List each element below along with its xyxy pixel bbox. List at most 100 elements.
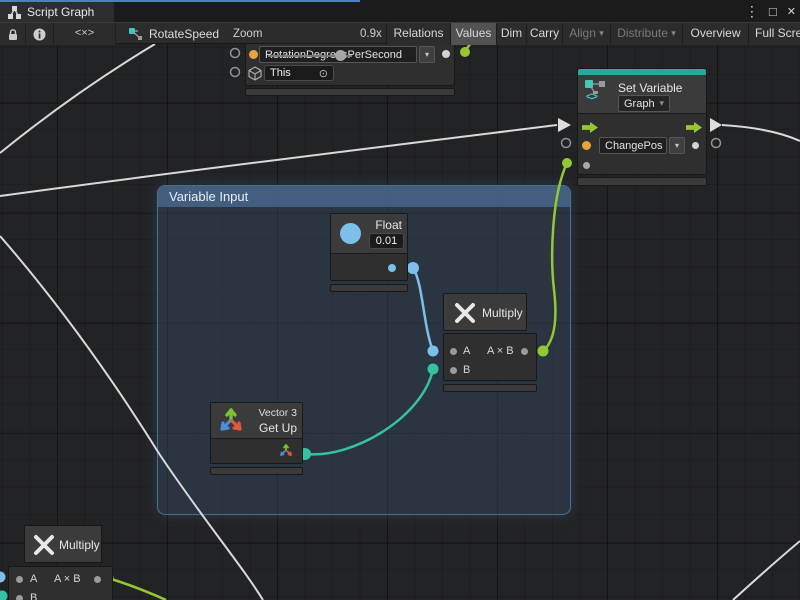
node-vector3-footer [210,467,303,475]
button-label: Distribute [617,26,668,40]
vector3-output-icon[interactable] [278,443,294,459]
node-multiply2-body[interactable]: A A × B B [8,566,113,600]
maximize-icon[interactable]: □ [769,4,777,19]
scope-value: Graph [624,98,655,110]
button-label: Overview [690,26,740,40]
tab-title: Script Graph [27,5,94,19]
port-b-label: B [30,592,37,600]
group-title: Variable Input [169,189,248,204]
zoom-label: Zoom [233,23,262,45]
graph-icon [8,6,21,19]
button-label: Carry [530,26,559,40]
chevron-down-icon: ▾ [425,50,429,59]
node-multiply-footer [443,384,537,392]
node-set-variable[interactable]: <> Set Variable Graph ▾ ChangePos ▾ [577,68,707,175]
node-vector3-getup[interactable]: Vector 3 Get Up [210,402,303,464]
multiply-x-icon [33,534,55,556]
node-float[interactable]: Float 0.01 [330,213,408,281]
port-orange-icon[interactable] [249,50,258,59]
node-title: Float [375,218,402,232]
focus-highlight-line [0,0,360,2]
button-label: Values [456,26,492,40]
zoom-slider-handle[interactable] [335,50,346,61]
port-a-dot[interactable] [16,576,23,583]
button-label: Align [569,26,596,40]
port-out-dot[interactable] [94,576,101,583]
variable-scope-dropdown[interactable]: Graph ▾ [618,95,670,112]
script-graph-window: Variable Input [0,0,800,600]
variable-value: ChangePos [605,140,663,152]
node-title: Set Variable [618,81,682,95]
vector3-arrows-icon [217,407,245,435]
variable-select-dropdown[interactable]: ChangePos [599,137,667,154]
script-machine-icon [128,28,143,41]
node-float-footer [330,284,408,292]
tab-bar: Script Graph ⋮ □ ✕ [0,0,800,22]
toolbar-button-fullscreen[interactable]: Full Screen [748,23,800,45]
breadcrumb-label: RotateSpeed [149,27,219,41]
port-b-label: B [463,364,470,376]
lock-button[interactable] [0,23,26,45]
chevron-down-icon: ▾ [659,98,664,109]
group-header[interactable]: Variable Input [158,186,570,207]
port-b-dot[interactable] [16,595,23,600]
toolbar-button-align[interactable]: Align ▾ [562,23,610,45]
port-a-dot[interactable] [450,348,457,355]
node-get-variable-footer [245,88,455,96]
toolbar-button-values[interactable]: Values [450,23,496,45]
chevron-down-icon: ▾ [599,28,604,38]
object-picker-icon[interactable]: ⊙ [319,67,328,80]
port-output-dot[interactable] [442,50,450,58]
node-set-variable-footer [577,177,707,186]
node-type-label: Vector 3 [258,407,297,419]
button-label: Relations [393,26,443,40]
port-out-dot[interactable] [521,348,528,355]
toolbar-button-relations[interactable]: Relations [386,23,450,45]
port-out-label: A × B [487,345,514,357]
port-b-dot[interactable] [450,367,457,374]
float-value: 0.01 [376,235,397,247]
port-a-label: A [30,573,37,585]
float-icon [340,223,361,244]
chevron-down-icon: ▾ [675,141,679,150]
port-output-dot[interactable] [692,142,699,149]
port-orange-variable[interactable] [582,141,591,150]
port-output-dot[interactable] [388,264,396,272]
flow-output-arrow[interactable] [686,122,702,133]
toolbar-button-distribute[interactable]: Distribute ▾ [610,23,682,45]
code-toggle-icon: <×> [75,27,94,39]
node-get-variable[interactable]: RotationDegreesPerSecond ▾ This ⊙ [245,43,455,86]
code-icon: <> [586,91,597,103]
port-input-dot[interactable] [583,162,590,169]
node-multiply-header[interactable]: Multiply [443,293,527,331]
gameobject-cube-icon [248,66,262,81]
multiply-x-icon [454,302,476,324]
breadcrumb[interactable]: RotateSpeed [128,23,219,45]
graph-toolbar: <×> RotateSpeed Zoom 0.9x Relations Valu… [0,22,800,44]
toolbar-button-carry[interactable]: Carry [526,23,562,45]
tab-script-graph[interactable]: Script Graph [0,2,114,22]
button-label: Full Screen [755,26,800,40]
port-out-label: A × B [54,573,81,585]
close-icon[interactable]: ✕ [787,5,796,18]
variable-name-dropdown-button[interactable]: ▾ [419,46,435,63]
flow-input-arrow[interactable] [582,122,598,133]
node-multiply-body[interactable]: A A × B B [443,333,537,381]
info-icon [33,28,46,41]
node-title: Get Up [259,421,297,435]
target-field[interactable]: This ⊙ [264,65,334,81]
toolbar-button-dim[interactable]: Dim [496,23,526,45]
info-button[interactable] [26,23,54,45]
variable-select-dropdown-button[interactable]: ▾ [669,137,685,154]
node-title: Multiply [482,306,523,320]
menu-dots-icon[interactable]: ⋮ [745,3,759,20]
port-a-label: A [463,345,470,357]
code-preview-button[interactable]: <×> [54,23,116,45]
target-value: This [270,67,291,79]
float-value-field[interactable]: 0.01 [369,233,404,249]
toolbar-button-overview[interactable]: Overview [682,23,748,45]
lock-icon [7,28,19,41]
zoom-value: 0.9x [360,23,382,45]
button-label: Dim [501,26,522,40]
node-multiply2-header[interactable]: Multiply [24,525,102,563]
